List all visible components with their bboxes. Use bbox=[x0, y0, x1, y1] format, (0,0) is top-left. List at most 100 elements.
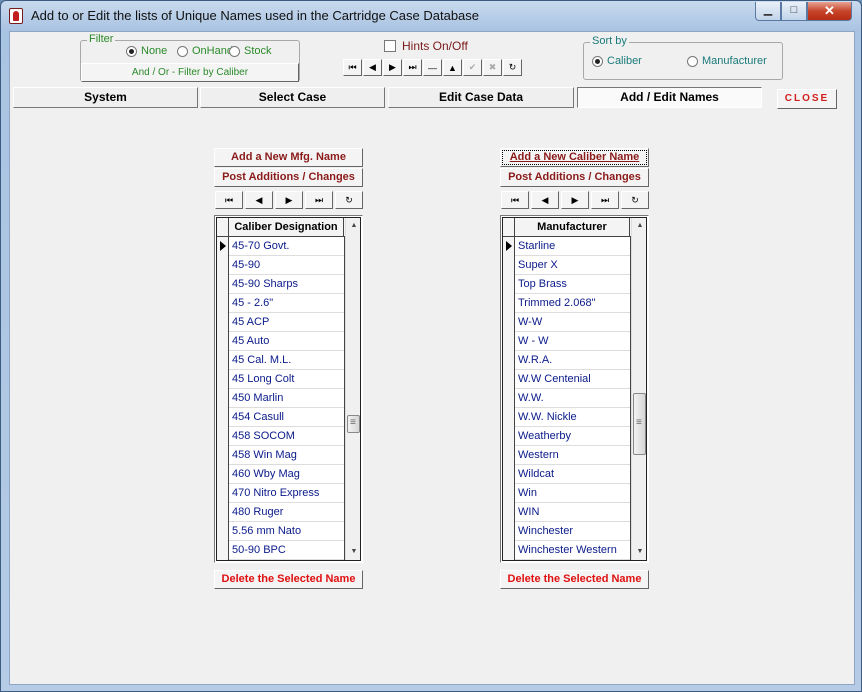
table-cell[interactable]: Top Brass bbox=[518, 275, 631, 294]
filter-radio-stock[interactable]: Stock bbox=[229, 45, 272, 57]
row-indicator[interactable] bbox=[217, 275, 229, 294]
right-nav-prior-button[interactable]: ◀ bbox=[531, 191, 559, 209]
table-cell[interactable]: 45-90 Sharps bbox=[232, 275, 345, 294]
left-nav-next-button[interactable]: ▶ bbox=[275, 191, 303, 209]
table-cell[interactable]: 45 Long Colt bbox=[232, 370, 345, 389]
row-indicator[interactable] bbox=[503, 465, 515, 484]
table-cell[interactable]: Win bbox=[518, 484, 631, 503]
radio-dot[interactable] bbox=[687, 55, 698, 67]
right-nav-first-button[interactable]: ⏮ bbox=[501, 191, 529, 209]
table-row[interactable]: Wildcat bbox=[503, 465, 631, 484]
table-row[interactable]: Super X bbox=[503, 256, 631, 275]
table-cell[interactable]: Super X bbox=[518, 256, 631, 275]
table-row[interactable]: 45 Long Colt bbox=[217, 370, 345, 389]
table-row[interactable]: 45-90 Sharps bbox=[217, 275, 345, 294]
row-indicator[interactable] bbox=[217, 389, 229, 408]
tab-select-case[interactable]: Select Case bbox=[200, 87, 385, 108]
minimize-button[interactable]: ▁ bbox=[755, 2, 781, 21]
left-vertical-scrollbar[interactable]: ▲ ▼ bbox=[345, 218, 360, 560]
table-cell[interactable]: Wildcat bbox=[518, 465, 631, 484]
row-indicator[interactable] bbox=[217, 503, 229, 522]
table-cell[interactable]: W - W bbox=[518, 332, 631, 351]
left-column-header[interactable]: Caliber Designation bbox=[229, 218, 344, 236]
hints-checkbox-box[interactable] bbox=[384, 40, 396, 52]
table-cell[interactable]: 450 Marlin bbox=[232, 389, 345, 408]
table-cell[interactable]: W.W. Nickle bbox=[518, 408, 631, 427]
row-indicator[interactable] bbox=[503, 408, 515, 427]
row-indicator[interactable] bbox=[217, 370, 229, 389]
scroll-down-icon[interactable]: ▼ bbox=[346, 544, 360, 560]
left-nav-refresh-button[interactable]: ↻ bbox=[335, 191, 363, 209]
row-indicator[interactable] bbox=[503, 237, 515, 256]
table-row[interactable]: W.W Centenial bbox=[503, 370, 631, 389]
table-row[interactable]: 460 Wby Mag bbox=[217, 465, 345, 484]
table-cell[interactable]: 454 Casull bbox=[232, 408, 345, 427]
row-indicator[interactable] bbox=[503, 370, 515, 389]
table-row[interactable]: 470 Nitro Express bbox=[217, 484, 345, 503]
table-cell[interactable]: 460 Wby Mag bbox=[232, 465, 345, 484]
row-indicator[interactable] bbox=[217, 294, 229, 313]
filter-radio-none[interactable]: None bbox=[126, 45, 167, 57]
table-cell[interactable]: Winchester Western bbox=[518, 541, 631, 560]
table-cell[interactable]: 480 Ruger bbox=[232, 503, 345, 522]
row-indicator[interactable] bbox=[503, 275, 515, 294]
table-row[interactable]: Top Brass bbox=[503, 275, 631, 294]
table-cell[interactable]: W.R.A. bbox=[518, 351, 631, 370]
table-row[interactable]: 458 Win Mag bbox=[217, 446, 345, 465]
nav-insert-button[interactable]: ▲ bbox=[443, 59, 462, 76]
radio-dot[interactable] bbox=[592, 55, 603, 67]
table-cell[interactable]: Weatherby bbox=[518, 427, 631, 446]
row-indicator[interactable] bbox=[503, 484, 515, 503]
table-cell[interactable]: 458 Win Mag bbox=[232, 446, 345, 465]
tab-system[interactable]: System bbox=[13, 87, 198, 108]
row-indicator[interactable] bbox=[503, 522, 515, 541]
table-cell[interactable]: 45-90 bbox=[232, 256, 345, 275]
row-indicator[interactable] bbox=[503, 427, 515, 446]
table-cell[interactable]: 50-90 BPC bbox=[232, 541, 345, 560]
table-row[interactable]: Western bbox=[503, 446, 631, 465]
right-column-header[interactable]: Manufacturer bbox=[515, 218, 630, 236]
nav-delete-button[interactable]: — bbox=[423, 59, 442, 76]
table-row[interactable]: 450 Marlin bbox=[217, 389, 345, 408]
table-row[interactable]: Winchester Western bbox=[503, 541, 631, 560]
left-nav-last-button[interactable]: ⏭ bbox=[305, 191, 333, 209]
tab-add-edit-names[interactable]: Add / Edit Names bbox=[577, 87, 762, 108]
sort-radio-manufacturer[interactable]: Manufacturer bbox=[687, 55, 767, 67]
table-row[interactable]: 454 Casull bbox=[217, 408, 345, 427]
row-indicator[interactable] bbox=[217, 408, 229, 427]
row-indicator[interactable] bbox=[503, 351, 515, 370]
right-nav-last-button[interactable]: ⏭ bbox=[591, 191, 619, 209]
row-indicator[interactable] bbox=[217, 237, 229, 256]
filter-by-caliber-button[interactable]: And / Or - Filter by Caliber bbox=[81, 63, 299, 82]
sort-radio-caliber[interactable]: Caliber bbox=[592, 55, 642, 67]
title-bar[interactable]: Add to or Edit the lists of Unique Names… bbox=[1, 1, 861, 31]
row-indicator[interactable] bbox=[217, 351, 229, 370]
maximize-button[interactable]: □ bbox=[781, 2, 807, 21]
table-row[interactable]: 50-90 BPC bbox=[217, 541, 345, 560]
row-indicator[interactable] bbox=[503, 389, 515, 408]
table-cell[interactable]: 470 Nitro Express bbox=[232, 484, 345, 503]
right-add-name-button[interactable]: Add a New Caliber Name bbox=[500, 148, 649, 167]
hints-checkbox[interactable]: Hints On/Off bbox=[384, 39, 468, 53]
table-row[interactable]: W-W bbox=[503, 313, 631, 332]
right-nav-refresh-button[interactable]: ↻ bbox=[621, 191, 649, 209]
nav-last-button[interactable]: ⏭ bbox=[403, 59, 422, 76]
left-post-changes-button[interactable]: Post Additions / Changes bbox=[214, 168, 363, 187]
table-row[interactable]: 45-70 Govt. bbox=[217, 237, 345, 256]
table-cell[interactable]: W.W. bbox=[518, 389, 631, 408]
tab-edit-case-data[interactable]: Edit Case Data bbox=[388, 87, 574, 108]
table-cell[interactable]: Trimmed 2.068" bbox=[518, 294, 631, 313]
nav-cancel-button[interactable]: ✖ bbox=[483, 59, 502, 76]
row-indicator[interactable] bbox=[503, 294, 515, 313]
right-post-changes-button[interactable]: Post Additions / Changes bbox=[500, 168, 649, 187]
table-row[interactable]: W.W. bbox=[503, 389, 631, 408]
window-close-button[interactable]: ✕ bbox=[807, 2, 852, 21]
table-row[interactable]: 458 SOCOM bbox=[217, 427, 345, 446]
table-cell[interactable]: 45 - 2.6" bbox=[232, 294, 345, 313]
row-indicator[interactable] bbox=[503, 541, 515, 560]
table-cell[interactable]: 45 Cal. M.L. bbox=[232, 351, 345, 370]
right-nav-next-button[interactable]: ▶ bbox=[561, 191, 589, 209]
row-indicator[interactable] bbox=[217, 465, 229, 484]
table-row[interactable]: 45 - 2.6" bbox=[217, 294, 345, 313]
table-cell[interactable]: Starline bbox=[518, 237, 631, 256]
